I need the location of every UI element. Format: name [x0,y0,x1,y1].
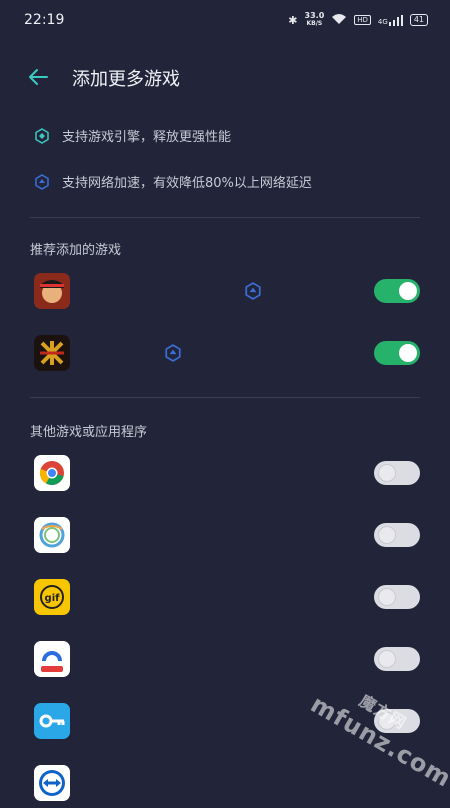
network-accel-icon [245,282,261,300]
section-label-recommended: 推荐添加的游戏 [30,243,122,258]
list-item[interactable] [0,758,450,808]
page-title: 添加更多游戏 [72,69,180,90]
bluetooth-icon: ✱ [288,13,298,27]
section-label-others: 其他游戏或应用程序 [30,425,148,440]
network-accel-icon [35,173,49,190]
chrome-icon [34,455,70,491]
list-item[interactable]: gif [0,572,450,622]
toggle-knob [399,282,417,300]
feature-item-network: 支持网络加速，有效降低80%以上网络延迟 [34,172,312,191]
network-speed: 33.0 KB/S [305,12,325,28]
feature-item-engine: 支持游戏引擎，释放更强性能 [34,126,231,145]
browser-app-icon [34,641,70,677]
list-item[interactable] [0,448,450,498]
key-app-icon [34,703,70,739]
back-arrow-icon[interactable] [26,65,50,89]
hd-badge: HD [354,15,371,25]
status-bar: 22:19 ✱ 33.0 KB/S HD 4G 41 [0,0,450,40]
gif-app-icon: gif [34,579,70,615]
toggle-switch[interactable] [374,585,420,609]
engine-icon [35,127,49,144]
ring-app-icon [34,517,70,553]
one-piece-game-icon [34,273,70,309]
toggle-switch[interactable] [374,341,420,365]
toggle-switch[interactable] [374,523,420,547]
toggle-knob [378,526,396,544]
toggle-knob [399,344,417,362]
status-time: 22:19 [24,12,65,28]
feature-text: 支持网络加速，有效降低80%以上网络延迟 [62,176,312,191]
toggle-knob [378,650,396,668]
list-item[interactable] [0,634,450,684]
network-speed-unit: KB/S [306,20,323,27]
signal-label: 4G [377,17,388,26]
svg-text:gif: gif [45,593,61,604]
divider [30,397,420,398]
toggle-knob [378,588,396,606]
status-icons: ✱ 33.0 KB/S HD 4G 41 [288,12,428,28]
toggle-switch[interactable] [374,279,420,303]
list-item[interactable] [0,510,450,560]
toggle-switch[interactable] [374,647,420,671]
network-speed-value: 33.0 [304,11,325,20]
list-item[interactable] [0,266,450,316]
header: 添加更多游戏 [0,55,450,99]
sanguosha-game-icon [34,335,70,371]
battery-indicator: 41 [409,14,428,26]
wifi-icon [331,13,347,28]
list-item[interactable] [0,328,450,378]
network-accel-icon [165,344,181,362]
toggle-knob [378,464,396,482]
signal-icon: 4G [377,14,403,26]
toggle-switch[interactable] [374,461,420,485]
feature-text: 支持游戏引擎，释放更强性能 [62,130,232,145]
teamviewer-icon [34,765,70,801]
divider [30,217,420,218]
